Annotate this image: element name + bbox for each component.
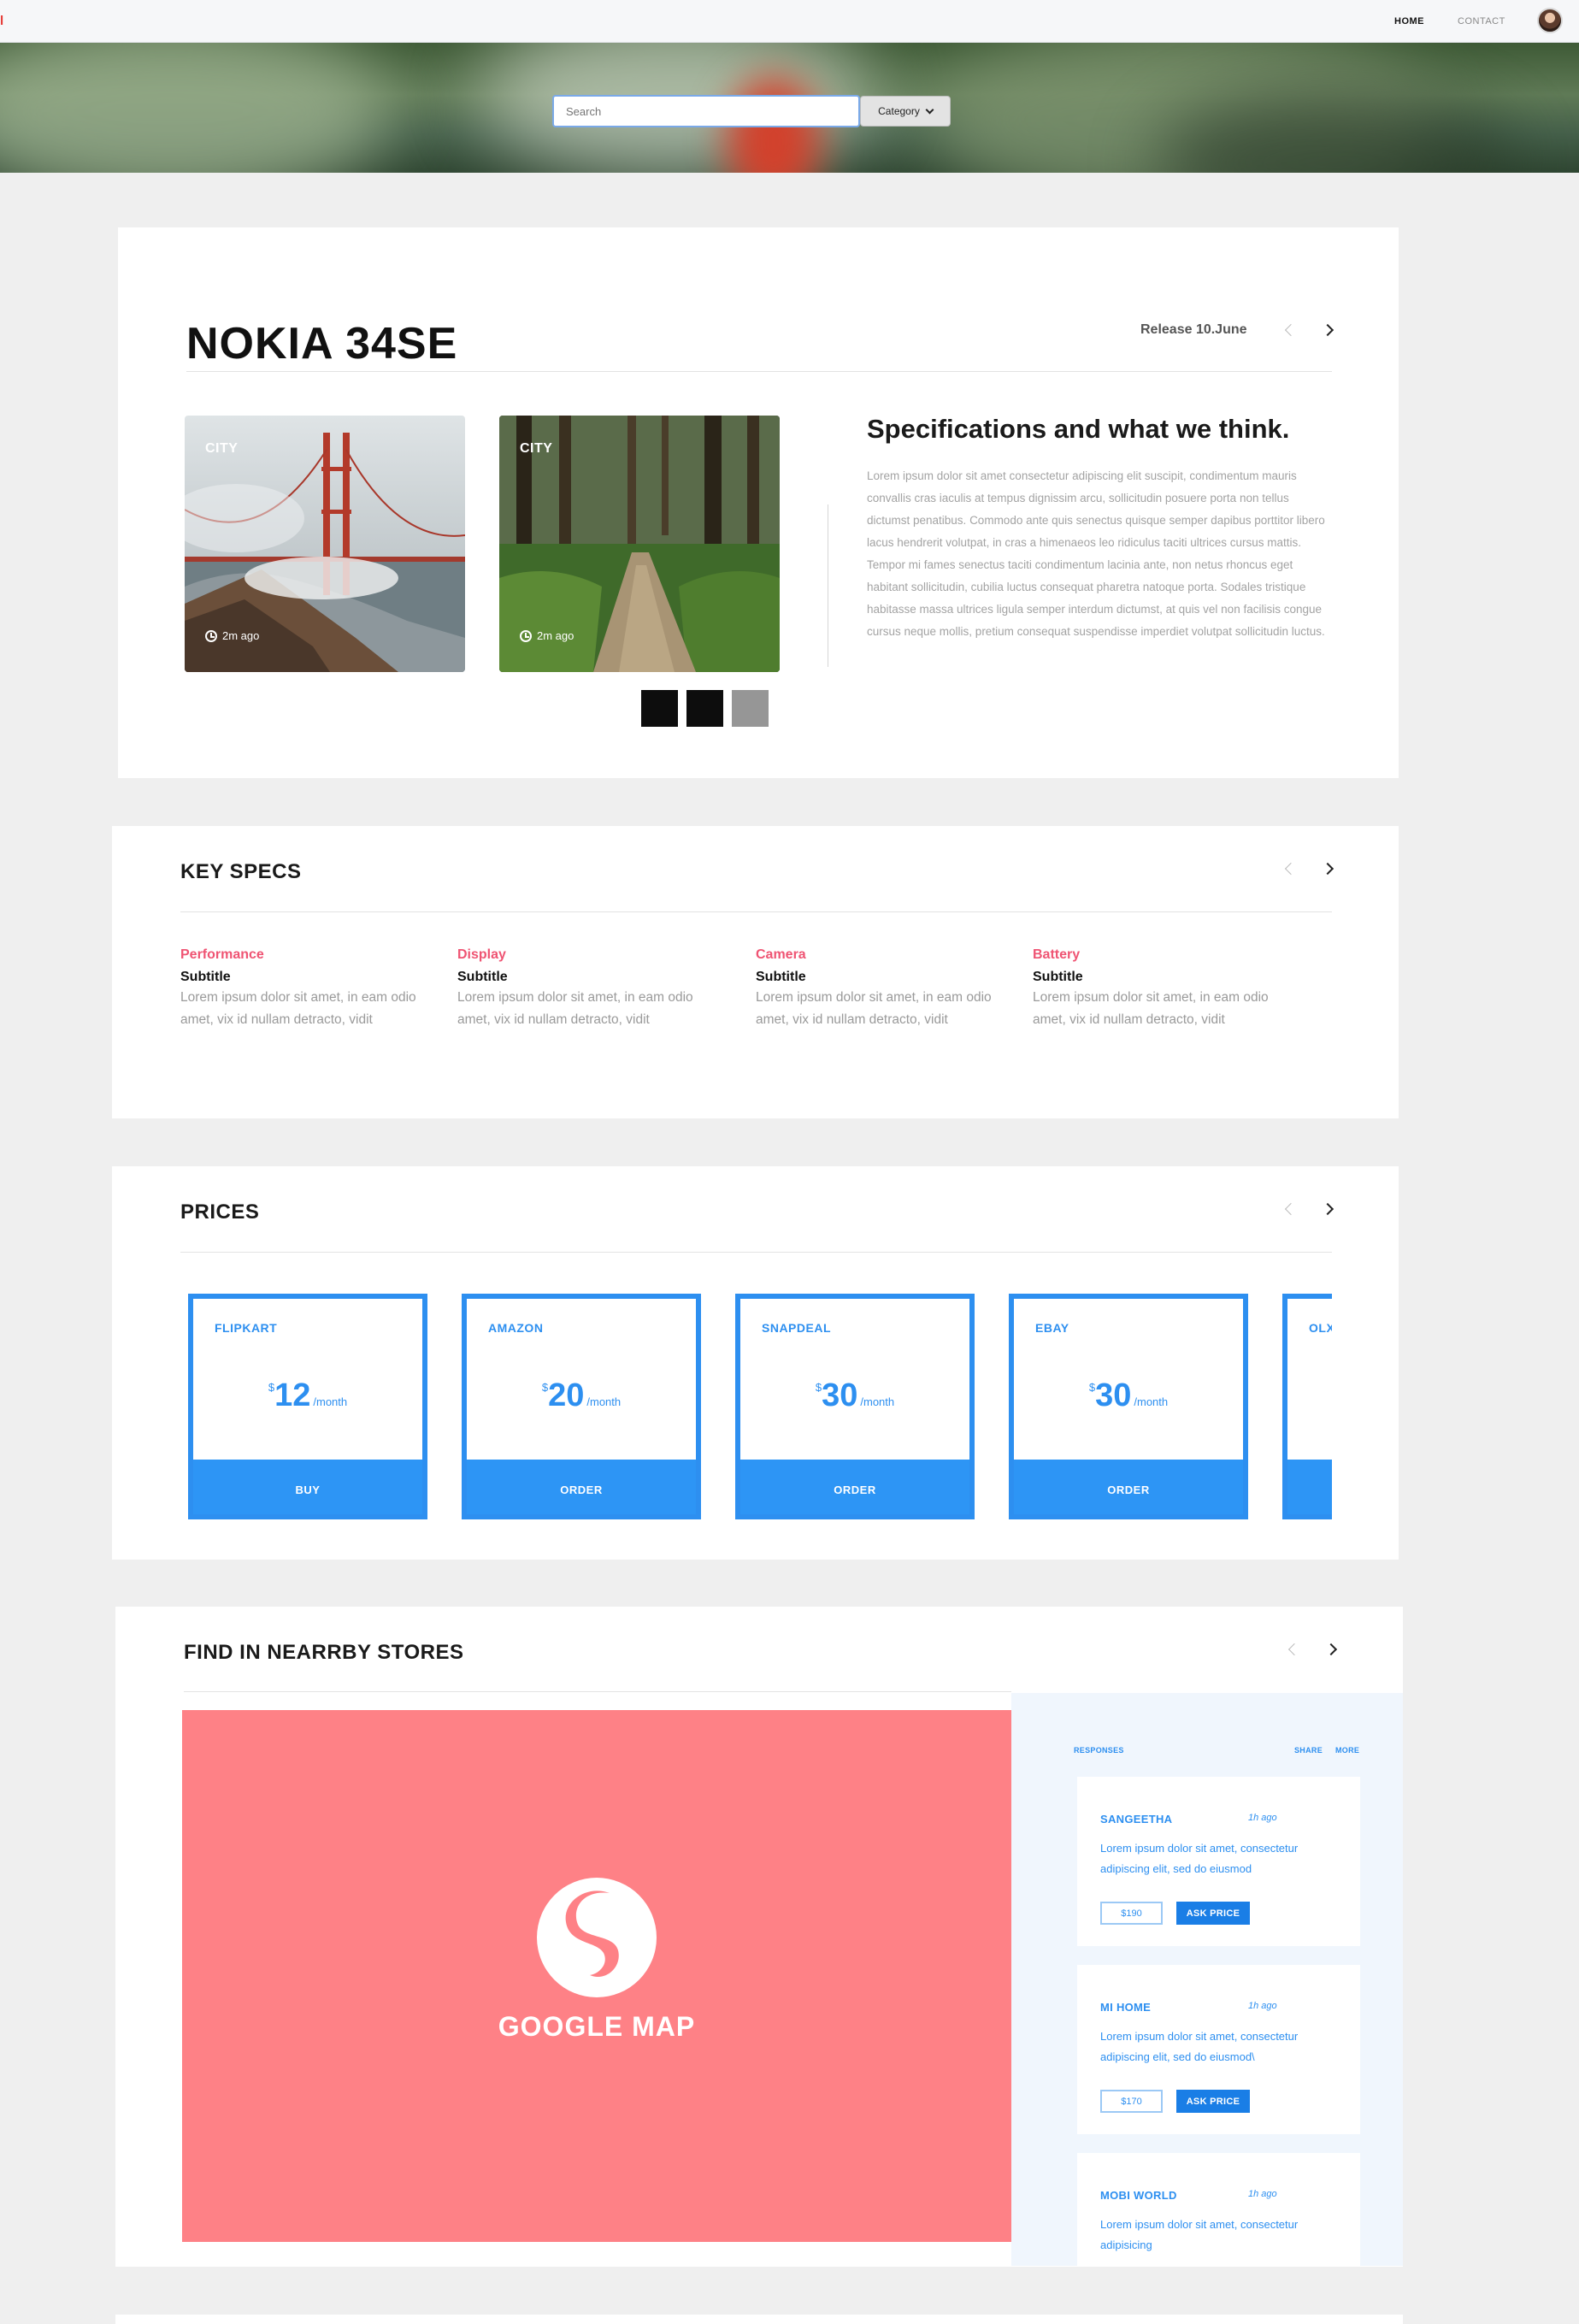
hero-banner: Category (0, 43, 1579, 173)
divider (184, 1691, 1011, 1692)
google-map[interactable]: GOOGLE MAP (182, 1710, 1011, 2242)
map-pin-icon (537, 1878, 657, 1997)
spec-text: Lorem ipsum dolor sit amet consectetur a… (867, 469, 1325, 638)
map-label: GOOGLE MAP (498, 2011, 696, 2042)
order-button[interactable]: ORDER (740, 1460, 969, 1514)
color-swatch[interactable] (686, 690, 723, 727)
order-button[interactable]: ORDER (1014, 1460, 1243, 1514)
store-price: $190 (1100, 1902, 1163, 1925)
photo-tag: CITY (520, 441, 553, 456)
photo-time: 2m ago (520, 629, 574, 642)
color-swatch[interactable] (641, 690, 678, 727)
price-amount: $20/month (541, 1377, 622, 1413)
spec-subtitle: Subtitle (756, 970, 806, 984)
order-button[interactable] (1287, 1460, 1332, 1514)
buy-button[interactable]: BUY (193, 1460, 422, 1514)
ask-price-button[interactable]: ASK PRICE (1176, 1902, 1250, 1925)
spec-description: Lorem ipsum dolor sit amet, in eam odio … (1033, 990, 1269, 1027)
spec-label: Performance (180, 947, 264, 962)
category-label: Category (878, 105, 920, 117)
vendor-name: EBAY (1035, 1321, 1069, 1335)
share-link[interactable]: SHARE (1294, 1746, 1323, 1755)
photo-time: 2m ago (205, 629, 259, 642)
vendor-name: SNAPDEAL (762, 1321, 832, 1335)
price-amount: $30/month (1088, 1377, 1169, 1413)
top-nav: l HOME CONTACT (0, 0, 1579, 43)
price-card-olx: OLX (1282, 1294, 1332, 1519)
brand-logo[interactable]: l (0, 14, 3, 28)
response-text: Lorem ipsum dolor sit amet, consectetur … (1100, 2030, 1299, 2063)
responses-label: RESPONSES (1074, 1746, 1124, 1755)
responses-panel: RESPONSES SHARE MORE SANGEETHA 1h ago Lo… (1011, 1693, 1403, 2266)
section-title: FIND IN NEARRBY STORES (184, 1641, 464, 1664)
response-card: SANGEETHA 1h ago Lorem ipsum dolor sit a… (1077, 1777, 1360, 1946)
section-title: KEY SPECS (180, 860, 302, 883)
price-card-amazon: AMAZON $20/month ORDER (462, 1294, 701, 1519)
response-text: Lorem ipsum dolor sit amet, consectetur … (1100, 2218, 1299, 2251)
price-amount: $12/month (268, 1377, 348, 1413)
spec-subtitle: Subtitle (457, 970, 508, 984)
spec-subtitle: Subtitle (1033, 970, 1083, 984)
nav-contact-link[interactable]: CONTACT (1458, 16, 1505, 27)
price-card-flipkart: FLIPKART $12/month BUY (188, 1294, 427, 1519)
price-card-snapdeal: SNAPDEAL $30/month ORDER (735, 1294, 975, 1519)
price-amount: $30/month (815, 1377, 895, 1413)
order-button[interactable]: ORDER (467, 1460, 696, 1514)
spec-heading: Specifications and what we think. (867, 414, 1290, 444)
photo-card-forest[interactable]: CITY 2m ago (499, 416, 780, 672)
response-card: MI HOME 1h ago Lorem ipsum dolor sit ame… (1077, 1965, 1360, 2134)
vendor-name: FLIPKART (215, 1321, 278, 1335)
divider (180, 911, 1332, 912)
vendor-name: AMAZON (488, 1321, 544, 1335)
store-name: SANGEETHA (1100, 1813, 1173, 1826)
nav-home-link[interactable]: HOME (1394, 16, 1424, 27)
next-card (115, 2315, 1403, 2324)
clock-icon (205, 629, 217, 642)
photo-card-bridge[interactable]: CITY 2m ago (185, 416, 465, 672)
store-name: MOBI WORLD (1100, 2189, 1177, 2202)
spec-label: Display (457, 947, 506, 962)
avatar[interactable] (1537, 8, 1563, 33)
store-price: $170 (1100, 2090, 1163, 2113)
spec-label: Camera (756, 947, 806, 962)
vendor-name: OLX (1309, 1321, 1332, 1335)
spec-subtitle: Subtitle (180, 970, 231, 984)
clock-icon (520, 629, 532, 642)
spec-label: Battery (1033, 947, 1081, 962)
product-title: NOKIA 34SE (186, 319, 458, 369)
spec-description: Lorem ipsum dolor sit amet, in eam odio … (756, 990, 992, 1027)
response-time: 1h ago (1248, 2001, 1277, 2011)
store-name: MI HOME (1100, 2001, 1152, 2014)
price-card-ebay: EBAY $30/month ORDER (1009, 1294, 1248, 1519)
photo-tag: CITY (205, 441, 239, 456)
color-swatch[interactable] (732, 690, 769, 727)
response-time: 1h ago (1248, 2189, 1277, 2199)
divider (180, 1252, 1332, 1253)
section-title: PRICES (180, 1200, 260, 1224)
more-link[interactable]: MORE (1335, 1746, 1359, 1755)
chevron-down-icon (925, 105, 934, 114)
response-card: MOBI WORLD 1h ago Lorem ipsum dolor sit … (1077, 2153, 1360, 2266)
response-time: 1h ago (1248, 1813, 1277, 1823)
divider (186, 371, 1332, 372)
spec-description: Lorem ipsum dolor sit amet, in eam odio … (457, 990, 693, 1027)
category-dropdown[interactable]: Category (860, 96, 951, 127)
response-text: Lorem ipsum dolor sit amet, consectetur … (1100, 1842, 1299, 1875)
release-date: Release 10.June (1140, 322, 1247, 337)
pricing-scroller[interactable]: FLIPKART $12/month BUY AMAZON $20/month … (188, 1294, 1332, 1519)
spec-description: Lorem ipsum dolor sit amet, in eam odio … (180, 990, 416, 1027)
ask-price-button[interactable]: ASK PRICE (1176, 2090, 1250, 2113)
search-input[interactable] (552, 95, 860, 127)
